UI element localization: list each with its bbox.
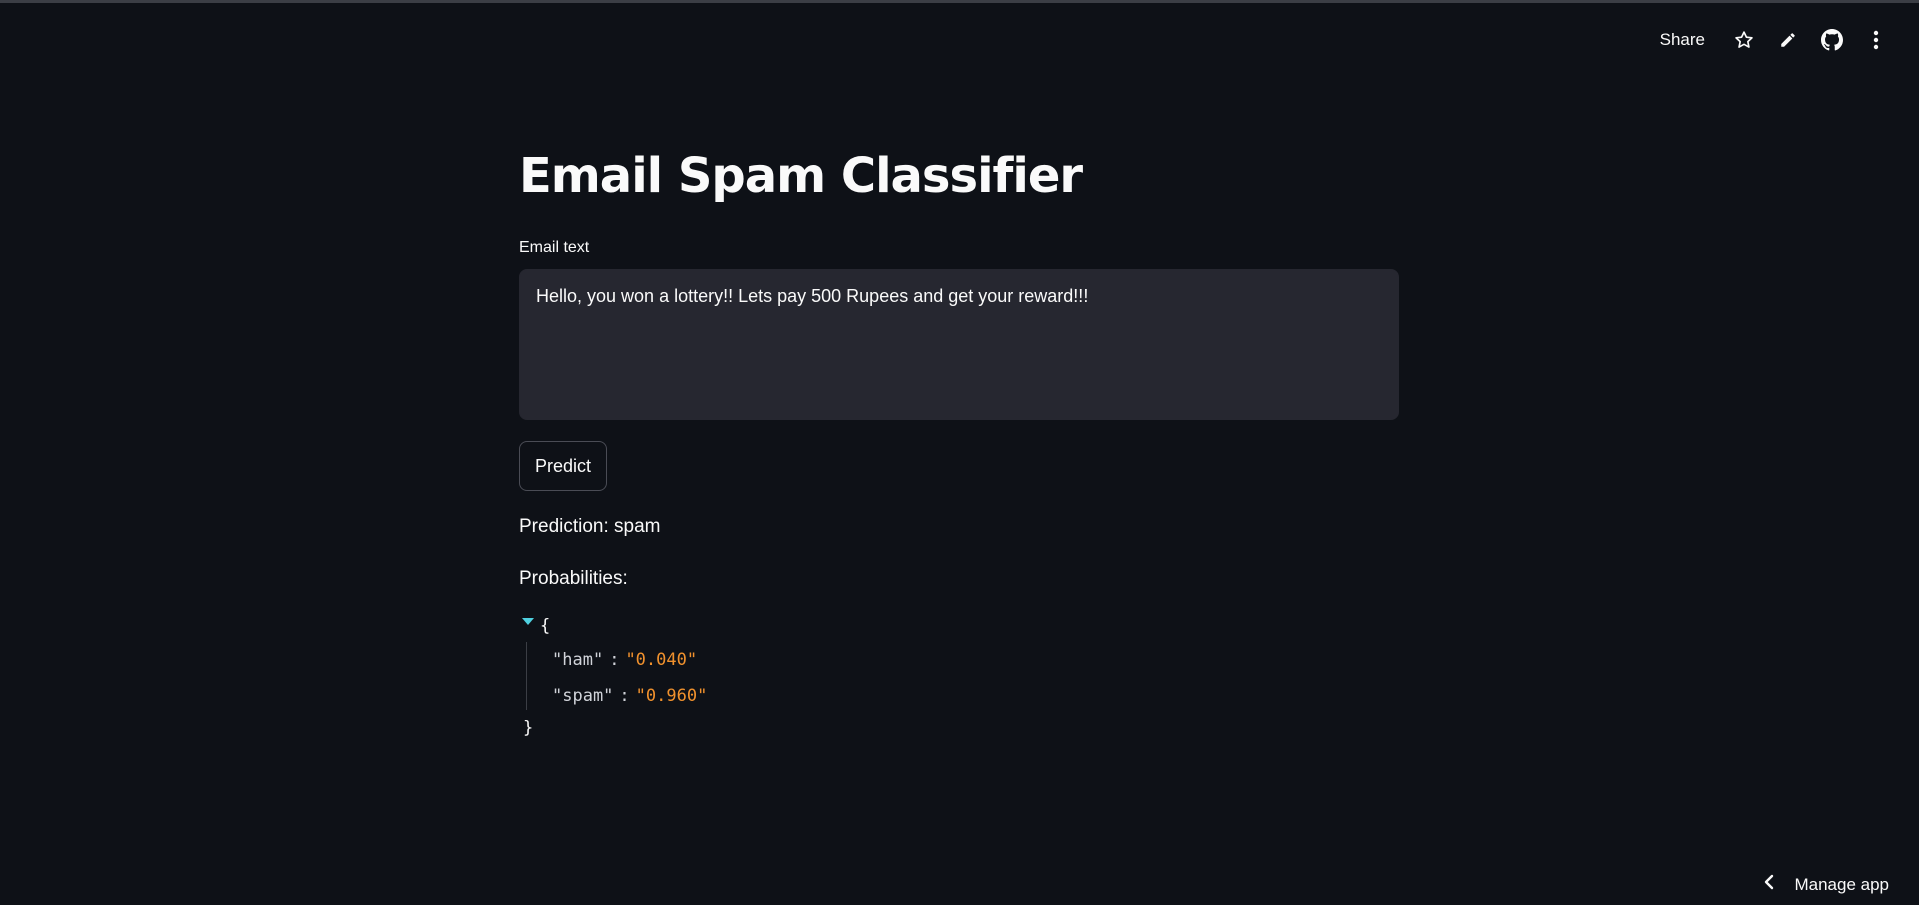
more-vertical-icon[interactable] — [1857, 22, 1895, 58]
star-icon[interactable] — [1725, 22, 1763, 58]
pencil-icon[interactable] — [1769, 22, 1807, 58]
json-open-brace: { — [540, 616, 551, 636]
email-field-label: Email text — [519, 239, 590, 256]
app-toolbar: Share — [1652, 22, 1895, 58]
manage-app-button[interactable]: Manage app — [1764, 874, 1889, 895]
share-button[interactable]: Share — [1652, 24, 1713, 56]
probabilities-label: Probabilities: — [519, 568, 628, 589]
chevron-left-icon — [1764, 874, 1774, 895]
page-title: Email Spam Classifier — [519, 148, 1083, 204]
json-value: "0.960" — [635, 686, 708, 706]
github-icon[interactable] — [1813, 22, 1851, 58]
json-value: "0.040" — [625, 650, 698, 670]
collapse-toggle-icon[interactable] — [522, 618, 534, 625]
json-indent-guide — [526, 642, 527, 710]
json-colon: : — [609, 650, 620, 670]
prediction-result: Prediction: spam — [519, 516, 661, 537]
json-row-spam: "spam": "0.960" — [552, 686, 707, 706]
json-key: "ham" — [552, 650, 604, 670]
top-decoration-bar — [0, 0, 1919, 3]
predict-button[interactable]: Predict — [519, 441, 608, 491]
json-row-ham: "ham": "0.040" — [552, 650, 697, 670]
manage-app-label: Manage app — [1794, 874, 1889, 894]
json-close-brace: } — [523, 718, 534, 738]
json-colon: : — [619, 686, 630, 706]
email-text-input[interactable] — [519, 269, 1399, 420]
json-key: "spam" — [552, 686, 614, 706]
